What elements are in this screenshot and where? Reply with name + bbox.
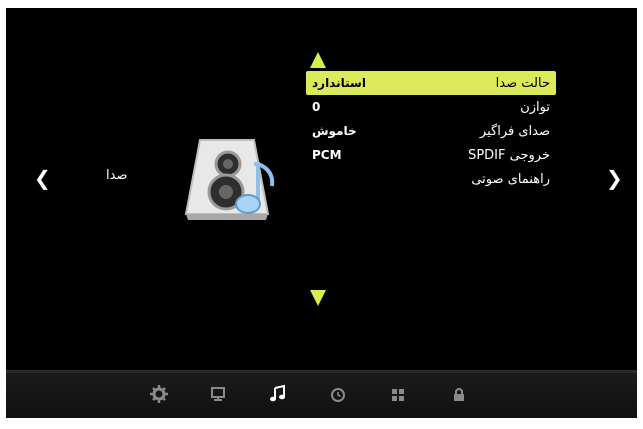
music-note-icon[interactable] xyxy=(268,384,288,404)
menu-item-label: صدای فراگیر xyxy=(479,123,550,139)
lock-icon[interactable] xyxy=(449,384,469,404)
sound-menu: استاندارد حالت صدا 0 توازن خاموش صدای فراگیر P… xyxy=(306,71,556,191)
tv-screen: ❮ ❯ صدا استاندارد حالت صدا 0 توازن خاموش صدای… xyxy=(6,8,637,418)
scroll-up-arrow[interactable] xyxy=(310,52,326,68)
menu-item-label: حالت صدا xyxy=(495,75,550,91)
clock-icon[interactable] xyxy=(328,384,348,404)
menu-item-label: توازن xyxy=(520,99,550,115)
apps-grid-icon[interactable] xyxy=(388,384,408,404)
previous-page-arrow[interactable]: ❮ xyxy=(34,166,51,190)
menu-item-value: استاندارد xyxy=(312,76,366,90)
speaker-icon xyxy=(178,134,282,224)
menu-item[interactable]: 0 توازن xyxy=(306,95,556,119)
menu-item[interactable]: خاموش صدای فراگیر xyxy=(306,119,556,143)
section-title: صدا xyxy=(106,168,128,183)
menu-item-label: راهنمای صوتی xyxy=(471,171,550,187)
menu-item[interactable]: PCM خروجی SPDIF xyxy=(306,143,556,167)
monitor-icon[interactable] xyxy=(208,384,228,404)
bottom-navigation-bar xyxy=(6,370,637,418)
menu-item-label: خروجی SPDIF xyxy=(468,147,550,163)
next-page-arrow[interactable]: ❯ xyxy=(606,166,623,190)
scroll-down-arrow[interactable] xyxy=(310,290,326,306)
menu-item[interactable]: استاندارد حالت صدا xyxy=(306,71,556,95)
menu-item-value: 0 xyxy=(312,100,321,114)
menu-item-value: خاموش xyxy=(312,124,357,138)
gear-icon[interactable] xyxy=(149,384,169,404)
menu-item[interactable]: راهنمای صوتی xyxy=(306,167,556,191)
menu-item-value: PCM xyxy=(312,148,342,162)
